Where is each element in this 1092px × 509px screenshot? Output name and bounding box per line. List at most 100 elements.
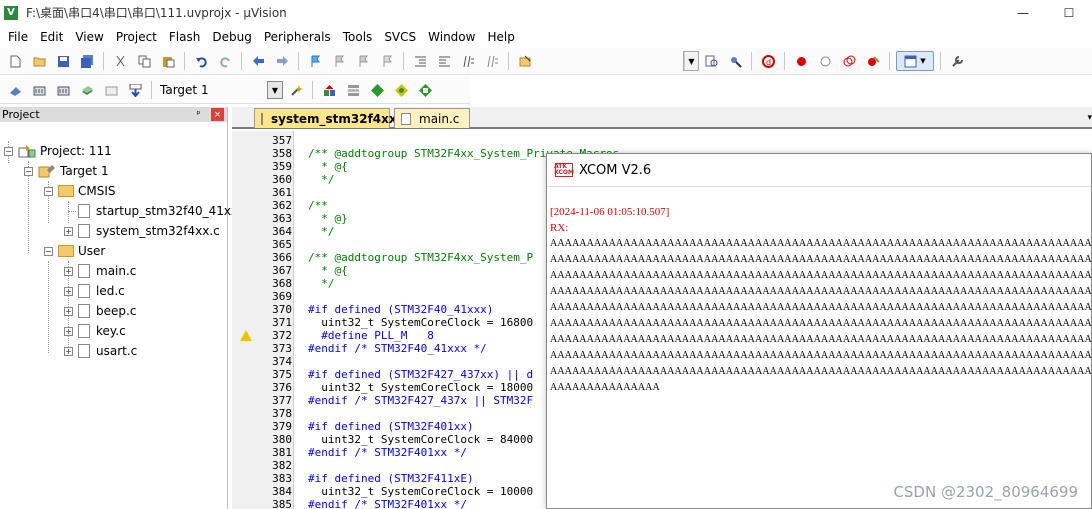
code-line[interactable]: #endif /* STM32F401xx */ bbox=[308, 498, 467, 509]
paste-icon[interactable] bbox=[158, 51, 178, 71]
code-line[interactable]: uint32_t SystemCoreClock = 10000 bbox=[308, 485, 533, 498]
expand-toggle[interactable]: + bbox=[64, 347, 73, 356]
code-line[interactable]: uint32_t SystemCoreClock = 84000 bbox=[308, 433, 533, 446]
tree-target[interactable]: Target 1 bbox=[38, 161, 109, 181]
incremental-find-icon[interactable] bbox=[701, 51, 721, 71]
warning-icon[interactable] bbox=[240, 330, 252, 341]
target-options-icon[interactable] bbox=[286, 80, 306, 100]
code-line[interactable]: /** bbox=[308, 199, 328, 212]
chevron-down-icon[interactable]: ▼ bbox=[267, 81, 283, 99]
copy-icon[interactable] bbox=[134, 51, 154, 71]
manage-run-time-icon[interactable] bbox=[367, 80, 387, 100]
expand-toggle[interactable]: + bbox=[64, 307, 73, 316]
breakpoint-icon[interactable] bbox=[791, 51, 811, 71]
cut-icon[interactable] bbox=[110, 51, 130, 71]
xcom-receive-area[interactable]: [2024-11-06 01:05:10.507] RX: AAAAAAAAAA… bbox=[547, 188, 1091, 508]
code-line[interactable]: * @{ bbox=[308, 160, 348, 173]
build-icon[interactable] bbox=[29, 80, 49, 100]
expand-toggle[interactable]: + bbox=[64, 287, 73, 296]
navigate-forward-icon[interactable] bbox=[272, 51, 292, 71]
collapse-toggle[interactable]: − bbox=[24, 167, 33, 176]
save-icon[interactable] bbox=[53, 51, 73, 71]
code-line[interactable]: * @{ bbox=[308, 264, 348, 277]
batch-build-icon[interactable] bbox=[77, 80, 97, 100]
tree-file-led[interactable]: led.c bbox=[78, 281, 125, 301]
tree-file-beep[interactable]: beep.c bbox=[78, 301, 136, 321]
comment-icon[interactable] bbox=[458, 51, 478, 71]
menu-edit[interactable]: Edit bbox=[34, 30, 69, 44]
tree-project-root[interactable]: Project: 111 bbox=[18, 141, 112, 161]
menu-svcs[interactable]: SVCS bbox=[378, 30, 422, 44]
code-line[interactable]: /** @addtogroup STM32F4xx_System_P bbox=[308, 251, 533, 264]
code-line[interactable]: #endif /* STM32F401xx */ bbox=[308, 446, 467, 459]
open-folder-icon[interactable] bbox=[29, 51, 49, 71]
window-layout-button[interactable]: ▼ bbox=[896, 51, 934, 71]
code-line[interactable]: */ bbox=[308, 277, 334, 290]
minimize-button[interactable]: — bbox=[1000, 0, 1046, 25]
tree-group-cmsis[interactable]: CMSIS bbox=[58, 181, 116, 201]
menu-window[interactable]: Window bbox=[422, 30, 481, 44]
translate-icon[interactable] bbox=[5, 80, 25, 100]
menu-tools[interactable]: Tools bbox=[337, 30, 379, 44]
disable-breakpoint-icon[interactable] bbox=[815, 51, 835, 71]
redo-icon[interactable] bbox=[215, 51, 235, 71]
menu-debug[interactable]: Debug bbox=[206, 30, 257, 44]
next-bookmark-icon[interactable] bbox=[353, 51, 373, 71]
tree-file-key[interactable]: key.c bbox=[78, 321, 126, 341]
kill-all-breakpoints-icon[interactable] bbox=[863, 51, 883, 71]
code-line[interactable]: * @} bbox=[308, 212, 348, 225]
find-combo[interactable]: ▼ bbox=[683, 51, 699, 71]
tree-file-usart[interactable]: usart.c bbox=[78, 341, 137, 361]
menu-project[interactable]: Project bbox=[110, 30, 163, 44]
expand-toggle[interactable]: + bbox=[64, 267, 73, 276]
code-line[interactable]: #if defined (STM32F427_437xx) || d bbox=[308, 368, 533, 381]
pack-installer-icon[interactable] bbox=[391, 80, 411, 100]
code-line[interactable]: */ bbox=[308, 225, 334, 238]
collapse-toggle[interactable]: − bbox=[44, 187, 53, 196]
disable-all-breakpoints-icon[interactable] bbox=[839, 51, 859, 71]
collapse-toggle[interactable]: − bbox=[44, 247, 53, 256]
manage-project-items-icon[interactable] bbox=[319, 80, 339, 100]
rebuild-icon[interactable] bbox=[53, 80, 73, 100]
undo-icon[interactable] bbox=[191, 51, 211, 71]
code-line[interactable]: #endif /* STM32F40_41xxx */ bbox=[308, 342, 487, 355]
menu-file[interactable]: File bbox=[2, 30, 34, 44]
code-line[interactable]: #endif /* STM32F427_437x || STM32F bbox=[308, 394, 533, 407]
debug-start-icon[interactable]: d bbox=[758, 51, 778, 71]
indent-icon[interactable] bbox=[410, 51, 430, 71]
find-in-files-icon[interactable] bbox=[515, 51, 535, 71]
software-packs-icon[interactable] bbox=[415, 80, 435, 100]
save-all-icon[interactable] bbox=[77, 51, 97, 71]
uncomment-icon[interactable] bbox=[482, 51, 502, 71]
code-line[interactable]: uint32_t SystemCoreClock = 16800 bbox=[308, 316, 533, 329]
tab-main-c[interactable]: main.c bbox=[394, 108, 470, 128]
code-line[interactable]: #if defined (STM32F411xE) bbox=[308, 472, 474, 485]
tab-system-stm32f4xx[interactable]: system_stm32f4xx.c bbox=[254, 108, 408, 128]
maximize-button[interactable]: ☐ bbox=[1046, 0, 1092, 25]
bookmark-icon[interactable] bbox=[305, 51, 325, 71]
menu-help[interactable]: Help bbox=[481, 30, 520, 44]
new-file-icon[interactable] bbox=[5, 51, 25, 71]
stop-build-icon[interactable] bbox=[101, 80, 121, 100]
tree-file-startup[interactable]: startup_stm32f40_41xxx bbox=[78, 201, 245, 221]
expand-toggle[interactable]: + bbox=[64, 227, 73, 236]
configure-icon[interactable] bbox=[947, 51, 967, 71]
menu-view[interactable]: View bbox=[69, 30, 109, 44]
code-line[interactable]: uint32_t SystemCoreClock = 18000 bbox=[308, 381, 533, 394]
prev-bookmark-icon[interactable] bbox=[329, 51, 349, 71]
find-replace-icon[interactable] bbox=[725, 51, 745, 71]
tree-file-main[interactable]: main.c bbox=[78, 261, 136, 281]
code-line[interactable]: #if defined (STM32F40_41xxx) bbox=[308, 303, 493, 316]
code-line[interactable]: */ bbox=[308, 173, 334, 186]
clear-bookmarks-icon[interactable] bbox=[377, 51, 397, 71]
unindent-icon[interactable] bbox=[434, 51, 454, 71]
pin-icon[interactable]: ᵖ bbox=[192, 108, 205, 121]
expand-toggle[interactable]: + bbox=[64, 327, 73, 336]
navigate-back-icon[interactable] bbox=[248, 51, 268, 71]
select-packs-icon[interactable] bbox=[343, 80, 363, 100]
target-select[interactable]: Target 1 ▼ bbox=[156, 80, 284, 100]
tree-file-system[interactable]: system_stm32f4xx.c bbox=[78, 221, 220, 241]
menu-flash[interactable]: Flash bbox=[163, 30, 206, 44]
collapse-toggle[interactable]: − bbox=[4, 147, 13, 156]
tab-list-icon[interactable]: ▾ bbox=[1087, 113, 1092, 123]
